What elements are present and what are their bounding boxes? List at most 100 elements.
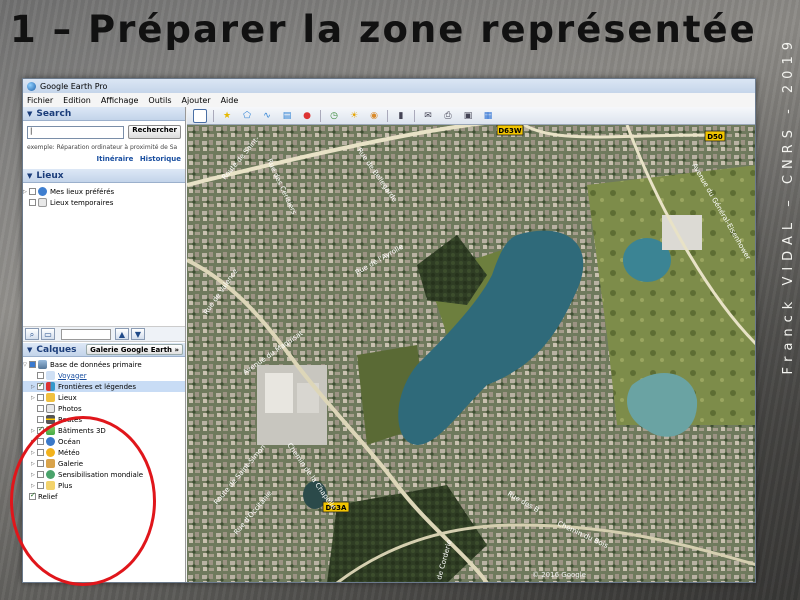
slide-title: 1 – Préparer la zone représentée (10, 8, 757, 51)
google-earth-gallery-button[interactable]: Galerie Google Earth » (86, 344, 183, 355)
layer-checkbox[interactable] (37, 416, 44, 423)
map-toolbar: ★ ⬠ ∿ ▤ ● ◷ ☀ ◉ ▮ ✉ ⎙ ▣ ▦ (187, 107, 755, 125)
borders-flag-icon (46, 382, 55, 391)
google-earth-icon (27, 81, 36, 91)
itinerary-link[interactable]: Itinéraire (97, 155, 134, 163)
folder-icon (46, 481, 55, 490)
move-down-icon[interactable]: ▼ (131, 328, 145, 340)
layer-checkbox[interactable] (37, 438, 44, 445)
collapse-triangle-icon: ▼ (27, 171, 33, 180)
search-section-header[interactable]: ▼ Search (23, 107, 185, 121)
layer-roads[interactable]: Routes (23, 414, 185, 425)
save-image-icon[interactable]: ▣ (461, 109, 475, 123)
buildings-icon (46, 426, 55, 435)
menu-edition[interactable]: Edition (63, 96, 91, 105)
planets-icon[interactable]: ◉ (367, 109, 381, 123)
layer-more[interactable]: ▷ Plus (23, 480, 185, 491)
layer-photos[interactable]: Photos (23, 403, 185, 414)
panel-toggle-icon[interactable]: ▭ (41, 328, 55, 340)
layer-checkbox[interactable] (29, 491, 36, 500)
layer-terrain[interactable]: Relief (23, 491, 185, 502)
menubar: Fichier Edition Affichage Outils Ajouter… (23, 93, 755, 107)
google-maps-icon[interactable]: ▦ (481, 109, 495, 123)
places-filter-field[interactable] (61, 328, 111, 340)
menu-affichage[interactable]: Affichage (101, 96, 139, 105)
layer-weather[interactable]: ▷ Météo (23, 447, 185, 458)
layer-gallery[interactable]: ▷ Galerie (23, 458, 185, 469)
layer-checkbox[interactable] (37, 381, 44, 390)
favorites-folder-icon (38, 187, 47, 196)
menu-aide[interactable]: Aide (221, 96, 239, 105)
lieux-tree: ▷ Mes lieux préférés Lieux temporaires (23, 183, 185, 326)
path-icon[interactable]: ∿ (260, 109, 274, 123)
layer-checkbox[interactable] (37, 482, 44, 489)
left-panel: ▼ Search | Rechercher exemple: Réparatio… (23, 107, 186, 582)
search-places-icon[interactable]: ⌕ (25, 328, 39, 340)
layer-3d-buildings[interactable]: ▷ Bâtiments 3D (23, 425, 185, 436)
layer-checkbox[interactable] (37, 449, 44, 456)
tour-icon[interactable]: ● (300, 109, 314, 123)
road-icon (46, 415, 55, 424)
lieux-item-temporary[interactable]: Lieux temporaires (23, 197, 185, 208)
history-link[interactable]: Historique (140, 155, 181, 163)
places-toolbar: ⌕ ▭ ▲ ▼ (23, 326, 185, 342)
voyager-icon (46, 371, 55, 380)
collapse-triangle-icon: ▼ (27, 109, 33, 118)
search-input[interactable]: | (27, 125, 125, 139)
sunlight-icon[interactable]: ☀ (347, 109, 361, 123)
calques-section-header[interactable]: ▼ Calques Galerie Google Earth » (23, 343, 185, 357)
layer-checkbox[interactable] (29, 361, 36, 368)
map-view[interactable]: D63W D50 D63A Route de Saint- Rue des Ce… (187, 125, 755, 582)
svg-text:D50: D50 (707, 133, 723, 141)
folder-icon (38, 198, 47, 207)
layer-places[interactable]: ▷ Lieux (23, 392, 185, 403)
search-button[interactable]: Rechercher (128, 125, 181, 139)
places-icon (46, 393, 55, 402)
satellite-imagery: D63W D50 D63A Route de Saint- Rue des Ce… (187, 125, 755, 582)
layer-borders[interactable]: ▷ Frontières et légendes (23, 381, 185, 392)
layer-checkbox[interactable] (37, 405, 44, 412)
placemark-icon[interactable]: ★ (220, 109, 234, 123)
sidebar-toggle-icon[interactable] (193, 108, 207, 123)
side-credit: Franck VIDAL – CNRS - 2019 (781, 36, 796, 375)
window-titlebar[interactable]: Google Earth Pro (23, 79, 755, 93)
print-icon[interactable]: ⎙ (441, 109, 455, 123)
layers-tree: ▽ Base de données primaire Voyager ▷ Fro… (23, 357, 185, 502)
lieux-header-label: Lieux (36, 170, 64, 181)
ruler-icon[interactable]: ▮ (394, 109, 408, 123)
menu-ajouter[interactable]: Ajouter (182, 96, 211, 105)
layer-checkbox[interactable] (37, 425, 44, 434)
calques-header-label: Calques (36, 344, 77, 355)
road-shield-d63w: D63W (496, 125, 524, 136)
layer-checkbox[interactable] (37, 460, 44, 467)
temporary-checkbox[interactable] (29, 199, 36, 206)
historical-imagery-icon[interactable]: ◷ (327, 109, 341, 123)
layer-checkbox[interactable] (37, 471, 44, 478)
road-shield-d50: D50 (704, 130, 726, 142)
search-hint: exemple: Réparation ordinateur à proximi… (27, 144, 178, 151)
ocean-icon (46, 437, 55, 446)
menu-outils[interactable]: Outils (148, 96, 171, 105)
overlay-icon[interactable]: ▤ (280, 109, 294, 123)
menu-fichier[interactable]: Fichier (27, 96, 53, 105)
double-chevron-icon: » (174, 346, 179, 354)
layer-root[interactable]: ▽ Base de données primaire (23, 359, 185, 370)
weather-sun-icon (46, 448, 55, 457)
map-copyright: © 2016 Google (532, 571, 586, 579)
lieux-item-favorites[interactable]: ▷ Mes lieux préférés (23, 186, 185, 197)
favorites-checkbox[interactable] (29, 188, 36, 195)
email-icon[interactable]: ✉ (421, 109, 435, 123)
polygon-icon[interactable]: ⬠ (240, 109, 254, 123)
lieux-section-header[interactable]: ▼ Lieux (23, 169, 185, 183)
layer-checkbox[interactable] (37, 394, 44, 401)
layer-ocean[interactable]: ▷ Océan (23, 436, 185, 447)
google-earth-window: Google Earth Pro Fichier Edition Afficha… (22, 78, 756, 583)
layer-checkbox[interactable] (37, 372, 44, 379)
move-up-icon[interactable]: ▲ (115, 328, 129, 340)
database-icon (38, 360, 47, 369)
layer-voyager[interactable]: Voyager (23, 370, 185, 381)
globe-icon (46, 470, 55, 479)
layer-global-awareness[interactable]: ▷ Sensibilisation mondiale (23, 469, 185, 480)
svg-text:D63W: D63W (498, 127, 522, 135)
lieux-item-label: Mes lieux préférés (50, 187, 115, 196)
